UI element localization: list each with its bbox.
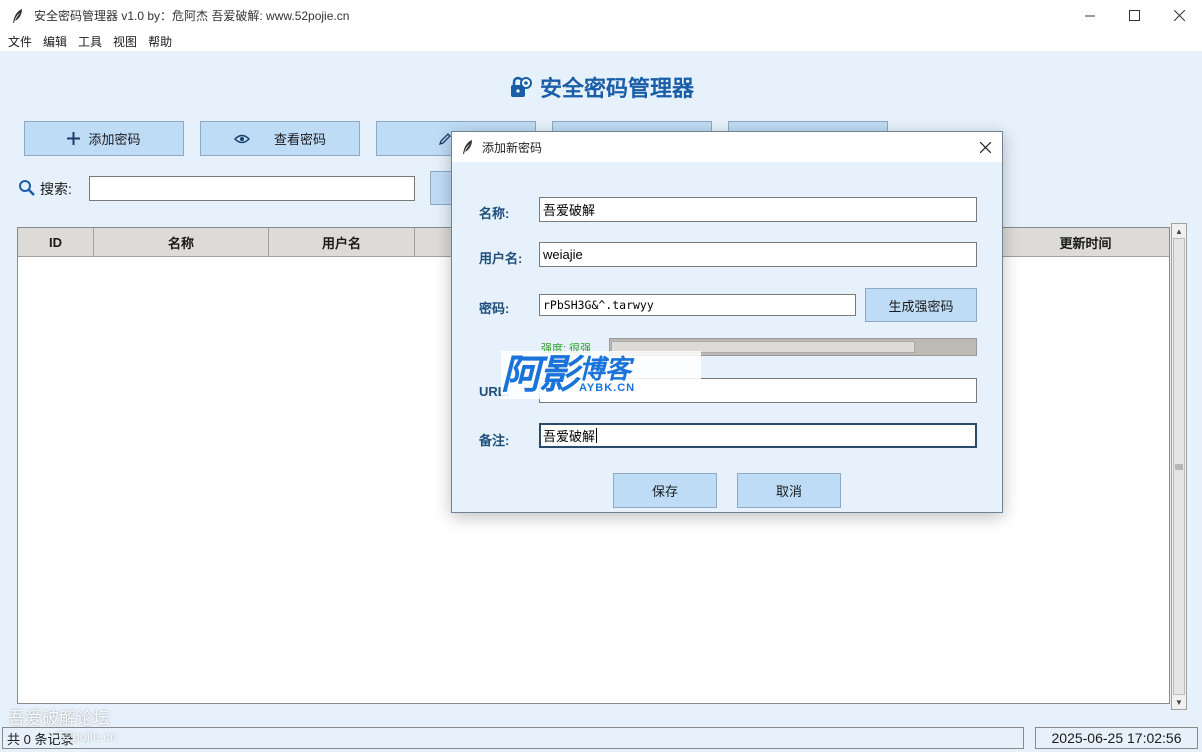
cancel-button[interactable]: 取消 xyxy=(737,473,841,508)
close-button[interactable] xyxy=(1157,0,1202,31)
add-password-label: 添加密码 xyxy=(88,132,141,147)
window-controls xyxy=(1067,0,1202,31)
text-cursor xyxy=(596,428,598,443)
forum-watermark-url: 52pojie.cn xyxy=(58,729,118,744)
blog-watermark-side: 博客 AYBK.CN xyxy=(579,356,635,394)
menu-tools[interactable]: 工具 xyxy=(74,33,106,50)
feather-icon xyxy=(10,8,26,24)
column-id[interactable]: ID xyxy=(18,228,94,257)
close-icon xyxy=(979,141,991,153)
username-label: 用户名: xyxy=(479,251,523,266)
username-field[interactable]: weiajie xyxy=(539,242,977,267)
name-field[interactable]: 吾爱破解 xyxy=(539,197,977,222)
minimize-button[interactable] xyxy=(1067,0,1112,31)
notes-label: 备注: xyxy=(479,433,510,448)
app-title: 安全密码管理器 xyxy=(539,76,694,101)
view-password-button[interactable]: 查看密码 xyxy=(200,121,360,156)
scroll-up-icon[interactable]: ▲ xyxy=(1172,224,1186,238)
menu-view[interactable]: 视图 xyxy=(109,33,141,50)
plus-icon xyxy=(67,132,81,145)
password-label: 密码: xyxy=(479,301,510,316)
table-scrollbar[interactable]: ▲ ▼ xyxy=(1171,223,1187,710)
menu-edit[interactable]: 编辑 xyxy=(39,33,71,50)
menu-bar: 文件 编辑 工具 视图 帮助 xyxy=(0,31,1202,51)
app-heading: 安全密码管理器 xyxy=(0,71,1202,103)
column-updated-time[interactable]: 更新时间 xyxy=(1002,228,1169,257)
status-datetime: 2025-06-25 17:02:56 xyxy=(1035,727,1198,749)
window-title: 安全密码管理器 v1.0 by：危阿杰 吾爱破解: www.52pojie.cn xyxy=(34,9,350,23)
scroll-down-icon[interactable]: ▼ xyxy=(1172,695,1186,709)
blog-watermark: 阿影 博客 AYBK.CN xyxy=(501,351,701,399)
blog-watermark-sub: 博客 xyxy=(579,354,632,384)
name-label: 名称: xyxy=(479,206,510,221)
search-row: 搜索: xyxy=(18,176,72,202)
maximize-button[interactable] xyxy=(1112,0,1157,31)
magnifier-icon xyxy=(18,179,36,200)
add-password-button[interactable]: 添加密码 xyxy=(24,121,184,156)
search-label: 搜索: xyxy=(40,181,72,197)
eye-icon xyxy=(233,134,250,144)
notes-field[interactable]: 吾爱破解 xyxy=(539,423,977,448)
search-input[interactable] xyxy=(89,176,415,201)
dialog-titlebar: 添加新密码 xyxy=(452,132,1002,162)
dialog-close-button[interactable] xyxy=(976,138,994,156)
window-titlebar: 安全密码管理器 v1.0 by：危阿杰 吾爱破解: www.52pojie.cn xyxy=(0,0,1202,31)
add-password-dialog: 添加新密码 名称: 吾爱破解 用户名: weiajie 密码: rPbSH3G&… xyxy=(451,131,1003,513)
column-name[interactable]: 名称 xyxy=(94,228,269,257)
lock-key-icon xyxy=(508,74,534,100)
save-button[interactable]: 保存 xyxy=(613,473,717,508)
notes-value: 吾爱破解 xyxy=(543,429,596,444)
dialog-title: 添加新密码 xyxy=(482,140,543,155)
column-username[interactable]: 用户名 xyxy=(269,228,415,257)
forum-watermark: 吾爱破解论坛 xyxy=(8,709,110,728)
menu-file[interactable]: 文件 xyxy=(4,33,36,50)
password-field[interactable]: rPbSH3G&^.tarwyy xyxy=(539,294,856,316)
status-record-count: 共 0 条记录 xyxy=(2,727,1024,749)
view-password-label: 查看密码 xyxy=(273,132,326,147)
menu-help[interactable]: 帮助 xyxy=(144,33,176,50)
generate-password-button[interactable]: 生成强密码 xyxy=(865,288,977,322)
scroll-thumb[interactable] xyxy=(1173,238,1185,695)
feather-icon xyxy=(460,139,476,155)
blog-watermark-main: 阿影 xyxy=(501,353,579,397)
blog-watermark-url: AYBK.CN xyxy=(579,382,636,394)
